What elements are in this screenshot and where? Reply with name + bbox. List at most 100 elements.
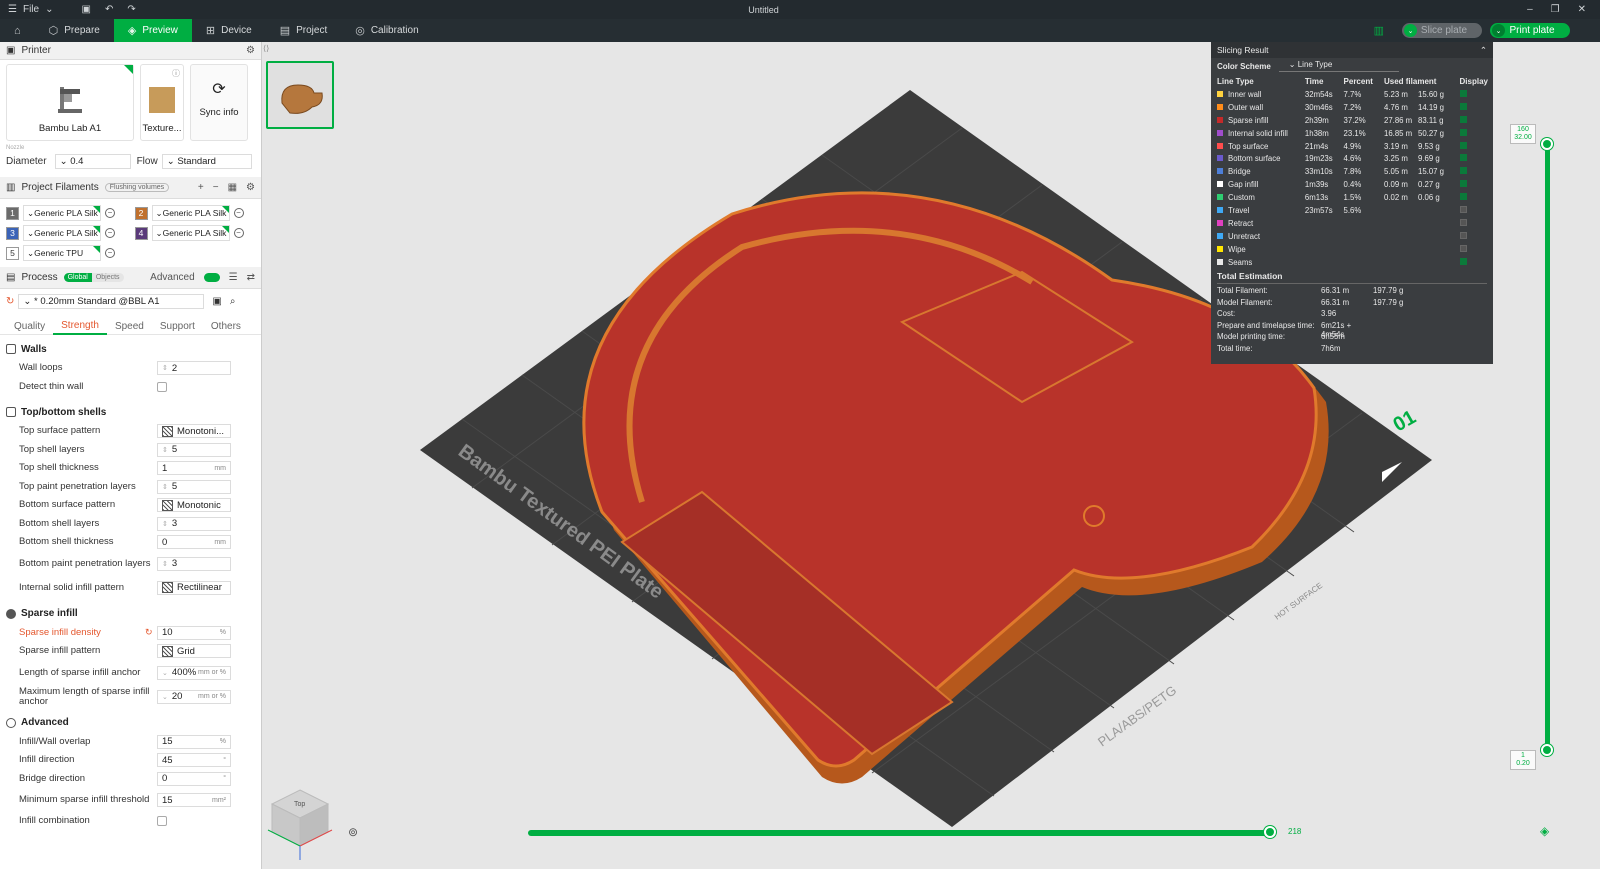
tab-project[interactable]: ▤ Project <box>266 19 342 42</box>
option-input[interactable]: 15 mm² <box>157 793 231 807</box>
stepper-icon[interactable]: ⇕ <box>162 560 168 568</box>
display-checkbox[interactable] <box>1459 205 1467 213</box>
stepper-icon[interactable]: ⇕ <box>162 520 168 528</box>
3d-viewport[interactable]: ⟨⟩ Bambu Textured PEI Plate PLA/ABS/PETG… <box>262 42 1600 869</box>
chevron-down-icon[interactable]: ⌄ <box>1492 24 1505 37</box>
stepper-icon[interactable]: ⌄ <box>162 693 168 701</box>
filament-number[interactable]: 1 <box>6 206 19 220</box>
option-input[interactable]: Monotoni... <box>157 424 231 439</box>
gear-icon[interactable]: ⚙ <box>246 45 255 56</box>
global-toggle[interactable]: Global <box>63 273 92 282</box>
plate-settings-icon[interactable]: ▥ <box>1374 24 1384 37</box>
detect-thin-wall-checkbox[interactable] <box>157 381 167 392</box>
option-input[interactable]: 0 mm <box>157 535 231 550</box>
wall-loops-input[interactable]: ⇕ 2 <box>157 361 231 376</box>
collapse-icon[interactable]: ⌃ <box>1480 45 1487 56</box>
display-checkbox[interactable] <box>1459 128 1467 136</box>
remove-filament-icon[interactable]: − <box>105 248 115 258</box>
option-input[interactable]: ⇕ 5 <box>157 479 231 494</box>
tab-prepare[interactable]: ⬡ Prepare <box>35 19 114 42</box>
display-checkbox[interactable] <box>1459 193 1467 201</box>
display-checkbox[interactable] <box>1459 180 1467 188</box>
option-input[interactable]: 1 mm <box>157 461 231 476</box>
remove-filament-icon[interactable]: − <box>105 228 115 238</box>
tab-calibration[interactable]: ◎ Calibration <box>341 19 432 42</box>
display-checkbox[interactable] <box>1459 231 1467 239</box>
display-checkbox[interactable] <box>1459 257 1467 265</box>
process-tab-support[interactable]: Support <box>152 317 203 335</box>
option-input[interactable]: Rectilinear <box>157 580 231 595</box>
filament-select[interactable]: ⌄ Generic PLA Silk <box>23 225 101 241</box>
display-checkbox[interactable] <box>1459 89 1467 97</box>
print-plate-button[interactable]: ⌄ Print plate <box>1490 23 1570 38</box>
display-checkbox[interactable] <box>1459 115 1467 123</box>
option-input[interactable]: 45 ° <box>157 753 231 768</box>
filament-select[interactable]: ⌄ Generic PLA Silk <box>151 225 230 241</box>
option-input[interactable]: ⇕ 3 <box>157 516 231 531</box>
display-checkbox[interactable] <box>1459 244 1467 252</box>
option-input[interactable]: Monotonic <box>157 498 231 513</box>
stepper-icon[interactable]: ⇕ <box>162 446 168 454</box>
search-icon[interactable]: ⌕ <box>230 296 236 307</box>
remove-filament-icon[interactable]: − <box>105 208 115 218</box>
option-input[interactable]: 15% <box>157 734 231 749</box>
option-input[interactable]: ⇕ 5 <box>157 442 231 457</box>
display-checkbox[interactable] <box>1459 102 1467 110</box>
chevron-down-icon[interactable]: ⌄ <box>1404 24 1417 37</box>
remove-icon[interactable]: − <box>213 182 219 193</box>
diameter-select[interactable]: ⌄ 0.4 <box>54 153 131 169</box>
option-input[interactable]: ⇕ 3 <box>157 556 231 571</box>
option-input[interactable]: ⌄ 400% mm or % <box>157 665 231 680</box>
display-checkbox[interactable] <box>1459 218 1467 226</box>
option-input[interactable]: 10% <box>157 625 231 640</box>
flushing-volumes-button[interactable]: Flushing volumes <box>104 183 170 192</box>
filament-select[interactable]: ⌄ Generic PLA Silk <box>151 205 230 221</box>
slice-plate-button[interactable]: ⌄ Slice plate <box>1402 23 1482 38</box>
display-checkbox[interactable] <box>1459 154 1467 162</box>
process-tab-speed[interactable]: Speed <box>107 317 152 335</box>
filament-number[interactable]: 2 <box>134 206 148 220</box>
list-icon[interactable]: ☰ <box>229 272 238 283</box>
minimize-icon[interactable]: – <box>1527 4 1533 15</box>
reset-icon[interactable]: ↻ <box>145 627 153 638</box>
remove-filament-icon[interactable]: − <box>233 228 244 238</box>
sync-info-button[interactable]: ⟳ Sync info <box>190 64 248 141</box>
option-input[interactable]: Grid <box>157 644 231 659</box>
camera-fit-icon[interactable]: ⊚ <box>348 825 358 839</box>
color-scheme-select[interactable]: ⌄ Line Type <box>1278 60 1399 72</box>
filament-number[interactable]: 5 <box>6 246 19 260</box>
move-slider[interactable] <box>528 826 1276 838</box>
display-checkbox[interactable] <box>1459 141 1467 149</box>
compare-icon[interactable]: ⇄ <box>247 272 255 283</box>
bottom-layer-handle[interactable] <box>1541 744 1553 756</box>
stepper-icon[interactable]: ⌄ <box>162 669 168 677</box>
flow-select[interactable]: ⌄ Standard <box>161 153 252 169</box>
view-cube[interactable]: Top <box>262 782 342 862</box>
layer-slider[interactable] <box>1539 138 1559 758</box>
process-tab-quality[interactable]: Quality <box>6 317 53 335</box>
gear-icon[interactable]: ⚙ <box>246 182 255 193</box>
home-button[interactable]: ⌂ <box>0 19 35 42</box>
move-slider-handle[interactable] <box>1264 826 1276 838</box>
add-icon[interactable]: + <box>198 182 204 193</box>
process-tab-strength[interactable]: Strength <box>53 317 107 335</box>
option-checkbox[interactable] <box>157 816 167 827</box>
layers-legend-icon[interactable]: ◈ <box>1540 824 1549 838</box>
printer-selector[interactable]: Bambu Lab A1 <box>6 64 134 141</box>
tab-preview[interactable]: ◈ Preview <box>113 19 192 42</box>
objects-toggle[interactable]: Objects <box>91 273 124 282</box>
stepper-icon[interactable]: ⇕ <box>162 483 168 491</box>
restore-icon[interactable]: ❐ <box>1551 4 1560 15</box>
top-layer-handle[interactable] <box>1541 138 1553 150</box>
filament-number[interactable]: 4 <box>134 226 148 240</box>
filament-number[interactable]: 3 <box>6 226 19 240</box>
save-preset-icon[interactable]: ▣ <box>212 296 221 307</box>
filament-select[interactable]: ⌄ Generic PLA Silk <box>23 205 101 221</box>
close-icon[interactable]: ✕ <box>1578 4 1586 15</box>
remove-filament-icon[interactable]: − <box>233 208 244 218</box>
reset-icon[interactable]: ↻ <box>6 296 14 307</box>
option-input[interactable]: ⌄ 20 mm or % <box>157 689 231 704</box>
advanced-toggle[interactable] <box>203 273 220 282</box>
option-input[interactable]: 0 ° <box>157 771 231 786</box>
filament-sync-icon[interactable]: ▦ <box>228 182 237 193</box>
